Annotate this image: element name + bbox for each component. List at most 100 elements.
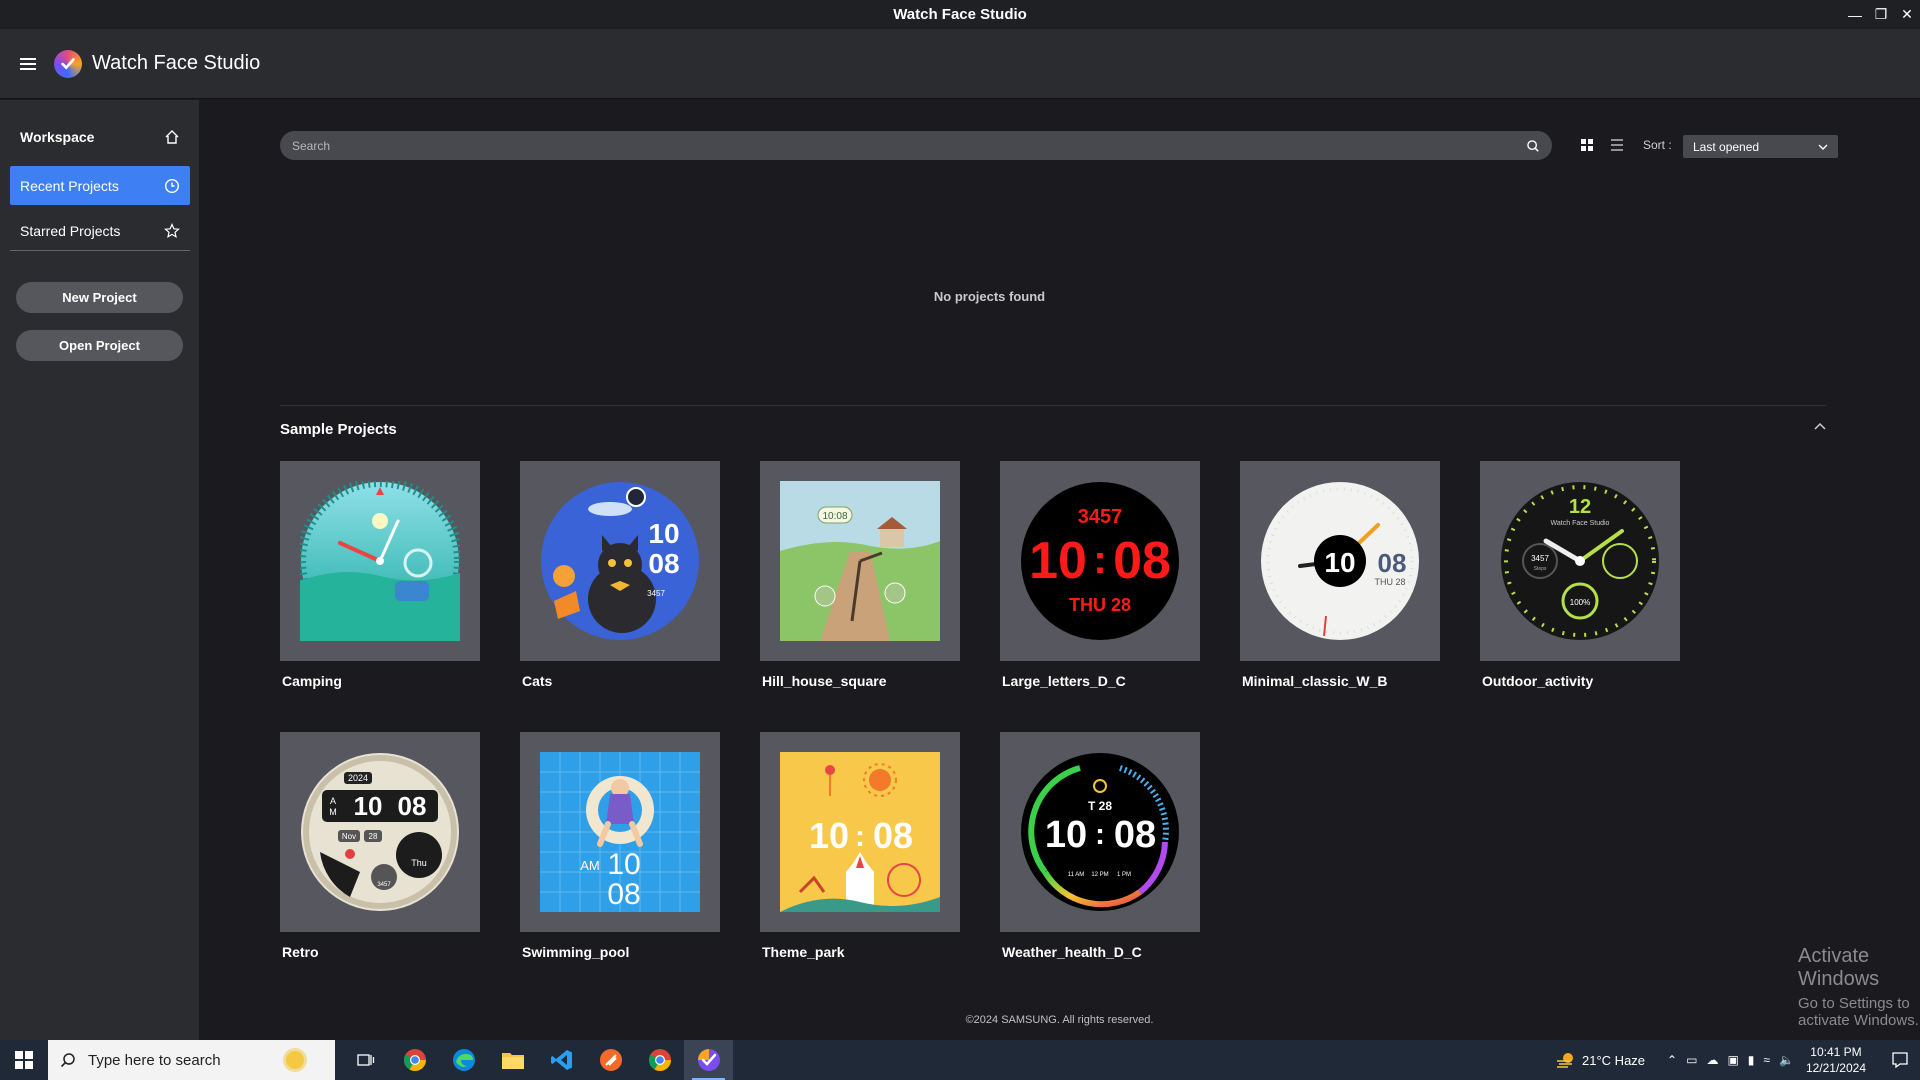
search-placeholder: Search <box>292 138 331 153</box>
watch-face-thumbnail: T 28 10 : 08 11 AM 12 PM 1 PM <box>1000 732 1200 932</box>
sample-card-hill-house-square[interactable]: 10:08 Hill_house_square <box>760 461 960 689</box>
cats-minute: 08 <box>648 548 679 579</box>
volume-icon[interactable]: 🔈 <box>1779 1053 1794 1067</box>
sample-card-swimming-pool[interactable]: AM 10 08 Swimming_pool <box>520 732 720 960</box>
sidebar-item-recent-projects[interactable]: Recent Projects <box>10 166 190 205</box>
copyright-text: ©2024 SAMSUNG. All rights reserved. <box>965 1014 1154 1026</box>
retro-month: Nov <box>342 832 356 841</box>
file-explorer-icon[interactable] <box>488 1040 537 1080</box>
svg-text::: : <box>1095 818 1105 851</box>
sample-card-camping[interactable]: Camping <box>280 461 480 689</box>
sample-card-label: Minimal_classic_W_B <box>1242 673 1388 689</box>
sample-card-label: Weather_health_D_C <box>1002 944 1142 960</box>
open-project-button[interactable]: Open Project <box>16 330 183 361</box>
close-icon[interactable]: ✕ <box>1894 0 1920 29</box>
sidebar: Workspace Recent Projects Starred Projec… <box>0 100 199 1040</box>
haze-icon <box>1557 1053 1574 1068</box>
park-minute: 08 <box>873 815 913 856</box>
weather-forecast-3: 1 PM <box>1117 872 1131 878</box>
minimize-icon[interactable]: — <box>1842 0 1868 29</box>
sample-card-cats[interactable]: 10 08 3457 Cats <box>520 461 720 689</box>
svg-text::: : <box>855 820 865 853</box>
search-highlight-icon <box>283 1048 307 1072</box>
watch-face-thumbnail: 2024 A M 10 08 Nov 28 Thu 3457 <box>280 732 480 932</box>
sample-card-label: Retro <box>282 944 319 960</box>
sample-card-outdoor-activity[interactable]: 12 Watch Face Studio 3457 Steps 100% Out… <box>1480 461 1680 689</box>
meet-icon[interactable]: ▭ <box>1686 1053 1697 1067</box>
clock-time: 10:41 PM <box>1810 1045 1862 1059</box>
sample-card-label: Theme_park <box>762 944 845 960</box>
star-icon <box>164 223 180 239</box>
vscode-icon[interactable] <box>537 1040 586 1080</box>
sample-card-retro[interactable]: 2024 A M 10 08 Nov 28 Thu 3457 Retro <box>280 732 480 960</box>
retro-hour: 10 <box>354 791 383 821</box>
chrome-icon[interactable] <box>390 1040 439 1080</box>
new-project-button[interactable]: New Project <box>16 282 183 313</box>
maximize-icon[interactable]: ❐ <box>1868 0 1894 29</box>
sidebar-item-label: Workspace <box>20 128 95 145</box>
search-input[interactable]: Search <box>280 131 1552 160</box>
sidebar-item-starred-projects[interactable]: Starred Projects <box>10 212 190 251</box>
weather-forecast-1: 11 AM <box>1068 872 1085 878</box>
app-name: Watch Face Studio <box>92 52 261 74</box>
watch-face-thumbnail: 10 08 3457 <box>520 461 720 661</box>
large-date: THU 28 <box>1069 595 1131 615</box>
grid-view-icon[interactable] <box>1578 136 1596 154</box>
sample-card-weather-health-d-c[interactable]: T 28 10 : 08 11 AM 12 PM 1 PM Weather_he… <box>1000 732 1200 960</box>
app-orange-icon[interactable] <box>586 1040 635 1080</box>
sample-projects-title: Sample Projects <box>280 421 397 438</box>
chevron-down-icon <box>1818 144 1828 150</box>
watch-face-thumbnail: 10 : 08 <box>760 732 960 932</box>
wifi-icon[interactable]: ≈ <box>1763 1053 1770 1067</box>
taskbar: Type here to search 21°C Haze ⌃ ▭ ☁ ▣ ▮ … <box>0 1040 1920 1080</box>
minimal-minute: 08 <box>1378 548 1407 578</box>
weather-forecast-2: 12 PM <box>1091 872 1108 878</box>
sort-value: Last opened <box>1693 139 1760 154</box>
task-view-icon[interactable] <box>341 1040 390 1080</box>
chrome-icon[interactable] <box>635 1040 684 1080</box>
weather-minute: 08 <box>1114 814 1156 856</box>
notification-icon[interactable] <box>1880 1051 1920 1069</box>
pool-ampm: AM <box>580 858 600 873</box>
clock-icon <box>164 178 180 193</box>
sort-dropdown[interactable]: Last opened <box>1683 135 1838 158</box>
edge-icon[interactable] <box>439 1040 488 1080</box>
list-view-icon[interactable] <box>1608 136 1626 154</box>
onedrive-icon[interactable]: ☁ <box>1706 1053 1718 1067</box>
retro-year: 2024 <box>348 773 368 783</box>
display-icon[interactable]: ▣ <box>1727 1053 1738 1067</box>
sample-card-minimal-classic-w-b[interactable]: 10 08 THU 28 Minimal_classic_W_B <box>1240 461 1440 689</box>
taskbar-apps <box>341 1040 733 1080</box>
menu-icon[interactable] <box>20 57 36 70</box>
sort-label: Sort : <box>1643 138 1672 152</box>
search-icon[interactable] <box>1526 139 1540 153</box>
weather-widget[interactable]: 21°C Haze <box>1556 1051 1645 1069</box>
sample-card-theme-park[interactable]: 10 : 08 Theme_park <box>760 732 960 960</box>
home-icon <box>165 129 179 144</box>
chevron-up-icon[interactable]: ⌃ <box>1667 1053 1677 1067</box>
windows-start-icon[interactable] <box>0 1040 48 1080</box>
sample-card-large-letters-d-c[interactable]: 3457 10 : 08 THU 28 Large_letters_D_C <box>1000 461 1200 689</box>
sidebar-item-label: Starred Projects <box>20 223 121 239</box>
battery-icon[interactable]: ▮ <box>1748 1053 1755 1067</box>
tray-icons: ⌃ ▭ ☁ ▣ ▮ ≈ 🔈 <box>1667 1053 1794 1067</box>
watch-face-thumbnail: 10 08 THU 28 <box>1240 461 1440 661</box>
section-divider <box>280 405 1826 406</box>
retro-ampm-a: A <box>330 796 336 806</box>
taskbar-clock[interactable]: 10:41 PM 12/21/2024 <box>1806 1044 1866 1076</box>
outdoor-twelve: 12 <box>1569 496 1591 518</box>
app-window: Watch Face Studio — ❐ ✕ Watch Face Studi… <box>0 0 1920 1080</box>
cats-steps: 3457 <box>647 589 665 598</box>
taskbar-search-input[interactable]: Type here to search <box>48 1040 335 1080</box>
weather-text: 21°C Haze <box>1582 1052 1646 1068</box>
outdoor-brand: Watch Face Studio <box>1551 520 1610 527</box>
outdoor-steps-unit: Steps <box>1534 566 1547 572</box>
watch-face-thumbnail: 10:08 <box>760 461 960 661</box>
chevron-up-icon[interactable] <box>1813 420 1827 434</box>
sidebar-item-workspace[interactable]: Workspace <box>10 117 190 156</box>
watch-face-studio-icon[interactable] <box>684 1040 733 1080</box>
clock-date: 12/21/2024 <box>1805 1061 1866 1075</box>
sidebar-item-label: Recent Projects <box>20 177 119 194</box>
park-hour: 10 <box>809 815 849 856</box>
system-tray: 21°C Haze ⌃ ▭ ☁ ▣ ▮ ≈ 🔈 10:41 PM 12/21/2… <box>1556 1040 1920 1080</box>
